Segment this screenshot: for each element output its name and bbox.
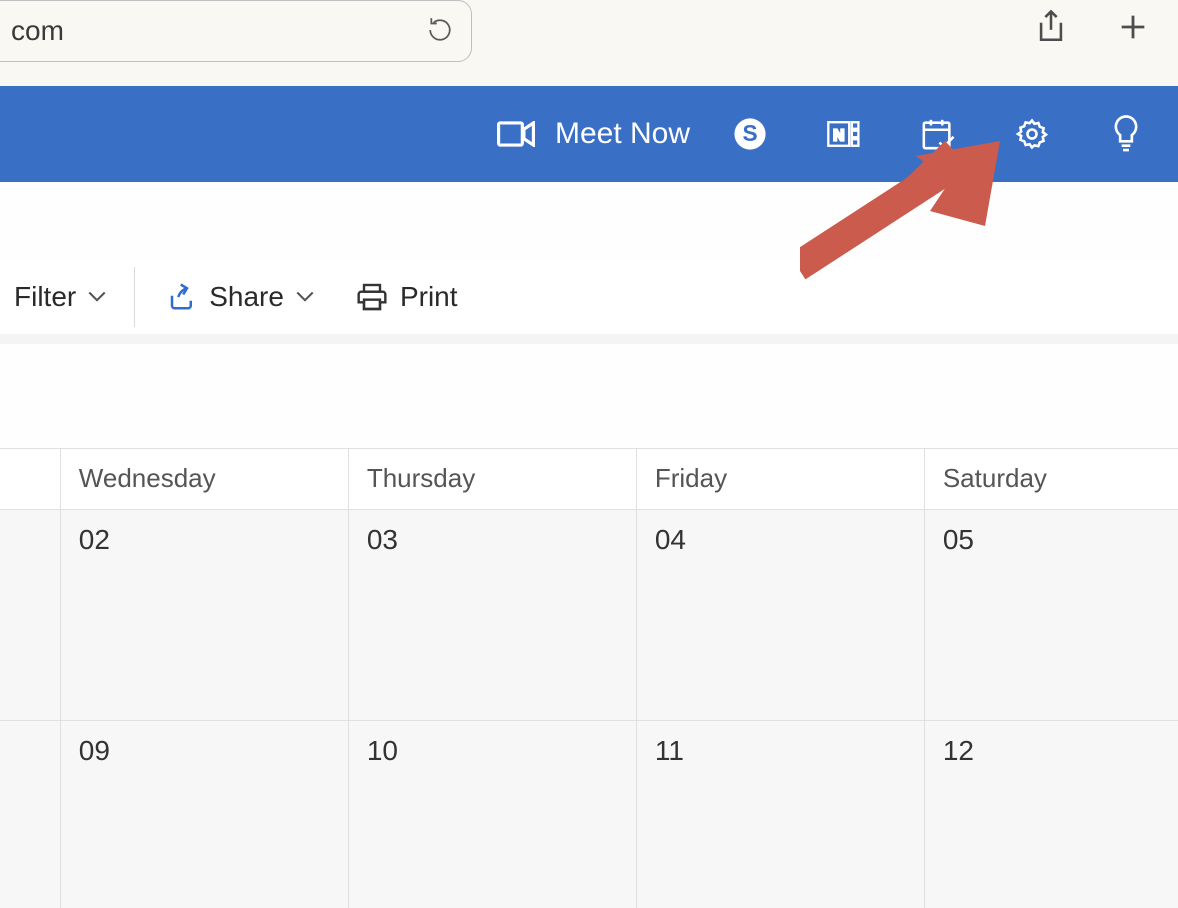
- calendar-header-cell: Wednesday: [61, 449, 349, 509]
- reload-icon[interactable]: [423, 13, 457, 47]
- chevron-down-icon: [296, 291, 314, 303]
- calendar-cell[interactable]: 11: [637, 721, 925, 908]
- calendar-header-cell: Saturday: [925, 449, 1178, 509]
- calendar-toolbar: Filter Share Print: [0, 260, 1178, 335]
- calendar-cell[interactable]: 04: [637, 510, 925, 720]
- printer-icon: [356, 281, 388, 313]
- address-bar[interactable]: com: [0, 0, 472, 62]
- divider: [134, 267, 135, 327]
- chevron-down-icon: [88, 291, 106, 303]
- url-fragment: com: [0, 15, 471, 47]
- meet-now-button[interactable]: Meet Now: [497, 117, 690, 151]
- app-header: Meet Now S N: [0, 86, 1178, 182]
- new-tab-icon[interactable]: [1112, 6, 1154, 48]
- video-icon: [497, 121, 535, 147]
- calendar-header-cell: Thursday: [349, 449, 637, 509]
- calendar-cell[interactable]: 05: [925, 510, 1178, 720]
- calendar-header-cell: [0, 449, 61, 509]
- share-label: Share: [209, 281, 284, 313]
- share-arrow-icon: [167, 282, 197, 312]
- onenote-icon[interactable]: N: [822, 112, 866, 156]
- print-button[interactable]: Print: [350, 281, 464, 313]
- calendar-cell[interactable]: [0, 721, 61, 908]
- filter-button[interactable]: Filter: [8, 281, 112, 313]
- browser-share-icon[interactable]: [1030, 6, 1072, 48]
- calendar-cell[interactable]: 09: [61, 721, 349, 908]
- print-label: Print: [400, 281, 458, 313]
- calendar-cell[interactable]: 02: [61, 510, 349, 720]
- calendar-header-cell: Friday: [637, 449, 925, 509]
- calendar-cell[interactable]: 10: [349, 721, 637, 908]
- calendar-cell[interactable]: 03: [349, 510, 637, 720]
- share-button[interactable]: Share: [161, 281, 320, 313]
- calendar-cell[interactable]: [0, 510, 61, 720]
- calendar-cell[interactable]: 12: [925, 721, 1178, 908]
- svg-text:S: S: [742, 120, 757, 146]
- settings-icon[interactable]: [1010, 112, 1054, 156]
- filter-label: Filter: [14, 281, 76, 313]
- calendar-grid: Wednesday Thursday Friday Saturday 02 03…: [0, 448, 1178, 905]
- svg-text:N: N: [833, 128, 844, 145]
- calendar-check-icon[interactable]: [916, 112, 960, 156]
- skype-icon[interactable]: S: [728, 112, 772, 156]
- lightbulb-icon[interactable]: [1104, 112, 1148, 156]
- meet-now-label: Meet Now: [555, 117, 690, 151]
